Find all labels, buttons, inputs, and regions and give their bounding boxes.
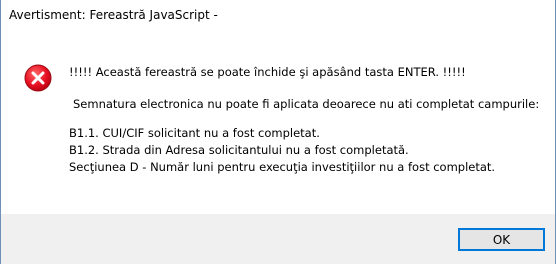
title-bar[interactable]: Avertisment: Fereastră JavaScript - [1,0,555,31]
dialog-content: !!!!! Această fereastră se poate închide… [1,31,555,214]
alert-dialog: Avertisment: Fereastră JavaScript - !!!!… [0,0,556,264]
dialog-footer: OK [1,214,555,264]
error-item: B1.2. Strada din Adresa solicitantului n… [69,143,409,157]
error-item: Secţiunea D - Număr luni pentru execuţia… [69,160,496,174]
enter-hint-text: !!!!! Această fereastră se poate închide… [69,65,466,79]
signature-error-message: Semnatura electronica nu poate fi aplica… [73,97,540,111]
error-icon [24,64,52,92]
error-item: B1.1. CUI/CIF solicitant nu a fost compl… [69,126,320,140]
ok-button[interactable]: OK [458,228,545,251]
window-title: Avertisment: Fereastră JavaScript - [9,8,218,22]
